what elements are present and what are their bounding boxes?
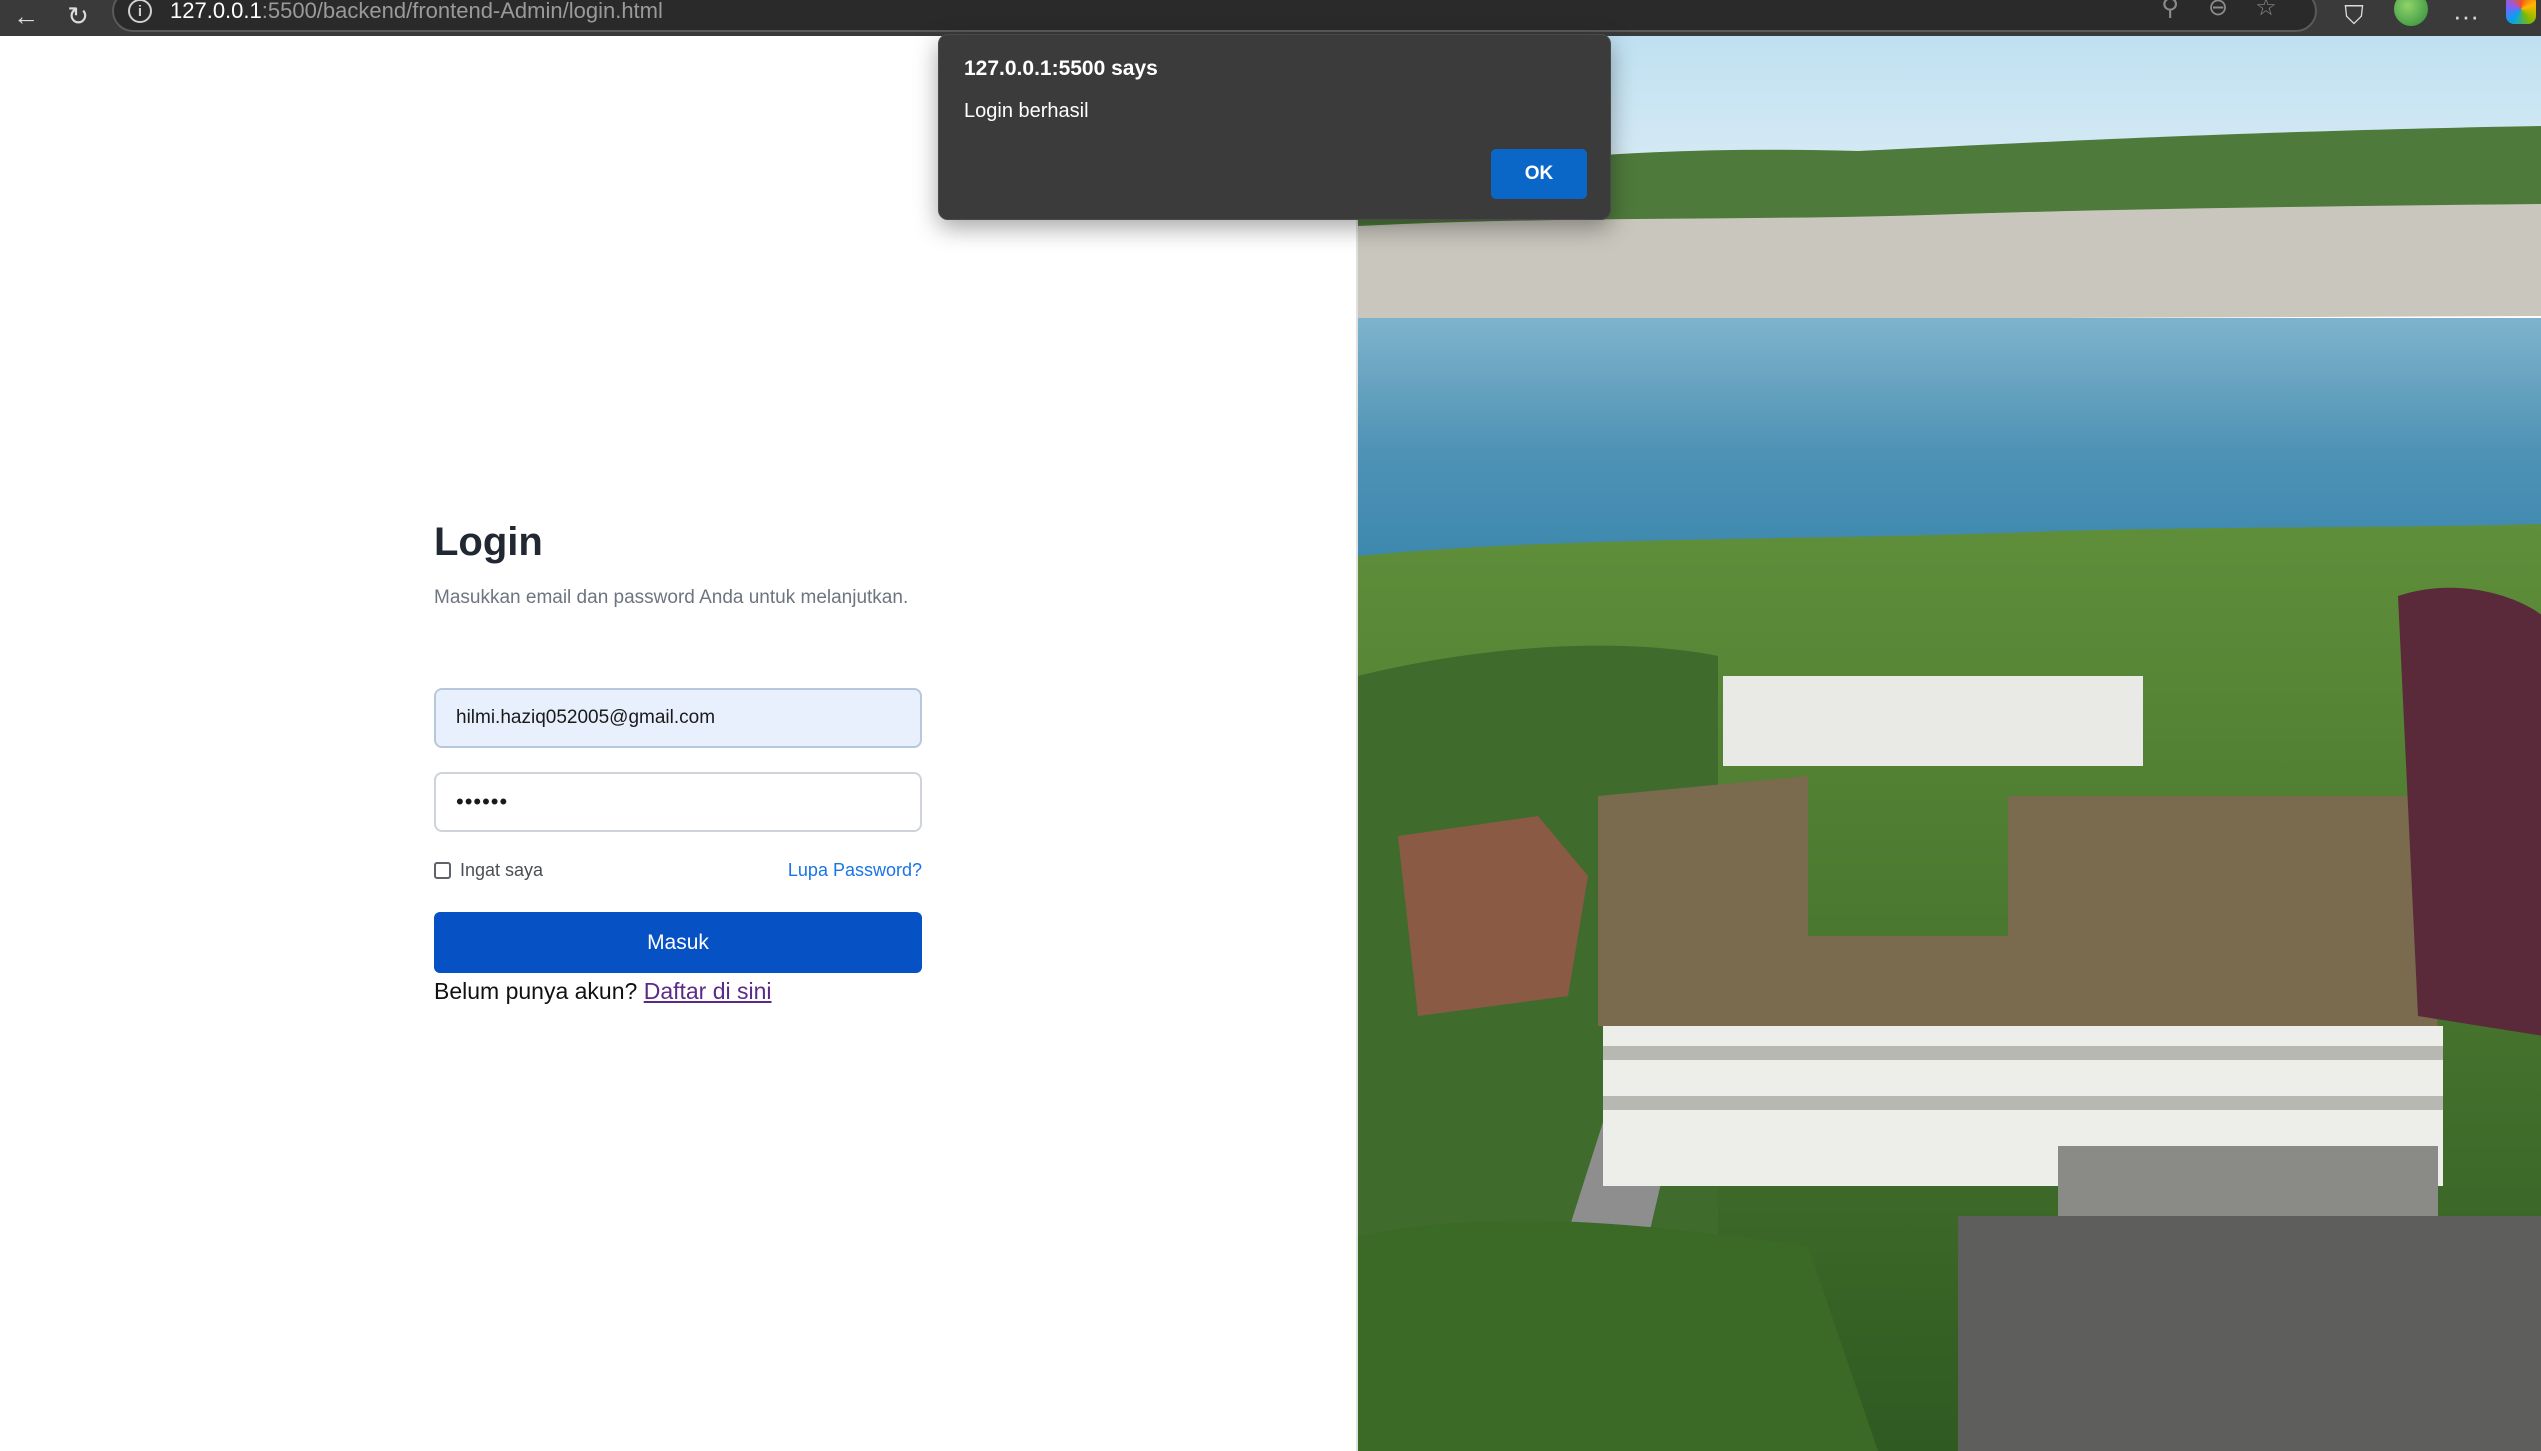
forgot-password-link[interactable]: Lupa Password? <box>788 860 922 881</box>
avatar[interactable] <box>2394 0 2428 26</box>
building-top <box>1723 676 2143 766</box>
ok-button[interactable]: OK <box>1491 149 1587 199</box>
register-prompt: Belum punya akun? Daftar di sini <box>434 974 772 1008</box>
alert-dialog: 127.0.0.1:5500 says Login berhasil OK <box>938 34 1611 220</box>
url-path: :5500/backend/frontend-Admin/login.html <box>261 0 663 23</box>
page-title: Login <box>434 520 543 564</box>
email-field[interactable] <box>434 688 922 748</box>
foreground-trees <box>1358 1220 1878 1451</box>
password-field[interactable] <box>434 772 922 832</box>
remember-checkbox[interactable] <box>434 861 451 879</box>
url-text[interactable]: 127.0.0.1:5500/backend/frontend-Admin/lo… <box>170 0 663 24</box>
login-pane: Login Masukkan email dan password Anda u… <box>0 36 1356 1451</box>
copilot-icon[interactable] <box>2506 0 2536 24</box>
login-subtitle: Masukkan email dan password Anda untuk m… <box>434 587 909 608</box>
address-bar[interactable]: i 127.0.0.1:5500/backend/frontend-Admin/… <box>112 0 2317 32</box>
url-host: 127.0.0.1 <box>170 0 262 23</box>
entrance-canopy <box>2058 1146 2438 1216</box>
purple-tree <box>2398 587 2541 1036</box>
reload-icon[interactable]: ↻ <box>58 0 98 32</box>
alert-message: Login berhasil <box>964 100 1089 122</box>
login-form: Login Masukkan email dan password Anda u… <box>434 518 922 1004</box>
star-icon[interactable]: ☆ <box>2248 0 2284 22</box>
info-icon[interactable]: i <box>128 0 152 23</box>
register-prompt-text: Belum punya akun? <box>434 978 638 1004</box>
alert-title: 127.0.0.1:5500 says <box>964 57 1158 80</box>
more-icon[interactable]: ··· <box>2446 0 2486 32</box>
form-options: Ingat saya Lupa Password? <box>434 856 922 884</box>
back-arrow-icon[interactable]: ← <box>6 0 46 32</box>
balcony-row <box>1603 1046 2443 1060</box>
parking-lot <box>1958 1216 2541 1451</box>
remember-label: Ingat saya <box>460 859 544 880</box>
far-village <box>1358 204 2541 321</box>
remember-me[interactable]: Ingat saya <box>434 860 543 881</box>
shield-icon[interactable]: ⛉ <box>2334 0 2374 32</box>
landscape-photo <box>1358 36 2541 1451</box>
login-button[interactable]: Masuk <box>434 912 922 973</box>
green-roof <box>1598 776 2438 1026</box>
zoom-icon[interactable]: ⊖ <box>2200 0 2236 22</box>
read-aloud-icon[interactable]: ⚲ <box>2152 0 2188 22</box>
barn-roof <box>1398 816 1588 1016</box>
register-link[interactable]: Daftar di sini <box>644 978 772 1004</box>
hero-image <box>1356 36 2541 1451</box>
balcony-row <box>1603 1096 2443 1110</box>
browser-toolbar: ← ↻ i 127.0.0.1:5500/backend/frontend-Ad… <box>0 0 2541 36</box>
